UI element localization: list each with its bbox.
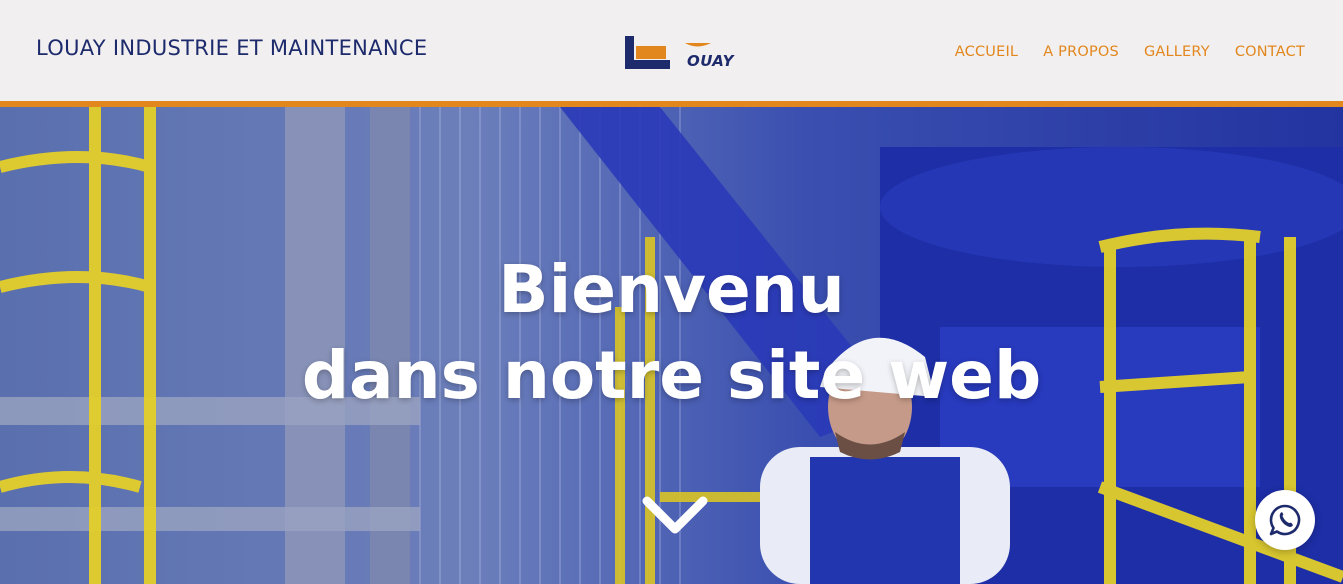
- nav-gallery[interactable]: GALLERY: [1144, 44, 1210, 60]
- whatsapp-icon: [1269, 504, 1301, 536]
- whatsapp-button[interactable]: [1255, 490, 1315, 550]
- main-nav: ACCUEIL A PROPOS GALLERY CONTACT: [955, 44, 1305, 60]
- hero-title-line1: Bienvenu: [498, 251, 845, 328]
- site-brand-title[interactable]: LOUAY INDUSTRIE ET MAINTENANCE: [36, 36, 427, 60]
- hero-title-line2: dans notre site web: [301, 337, 1042, 414]
- hero-title: Bienvenu dans notre site web: [0, 247, 1343, 419]
- logo-wordmark: OUAY: [687, 52, 735, 70]
- site-header: LOUAY INDUSTRIE ET MAINTENANCE OUAY ACCU…: [0, 0, 1343, 101]
- louay-logo[interactable]: OUAY: [625, 36, 745, 76]
- chevron-down-icon[interactable]: [641, 495, 709, 539]
- nav-contact[interactable]: CONTACT: [1235, 44, 1305, 60]
- nav-accueil[interactable]: ACCUEIL: [955, 44, 1018, 60]
- hero-banner: Bienvenu dans notre site web: [0, 107, 1343, 584]
- nav-a-propos[interactable]: A PROPOS: [1043, 44, 1119, 60]
